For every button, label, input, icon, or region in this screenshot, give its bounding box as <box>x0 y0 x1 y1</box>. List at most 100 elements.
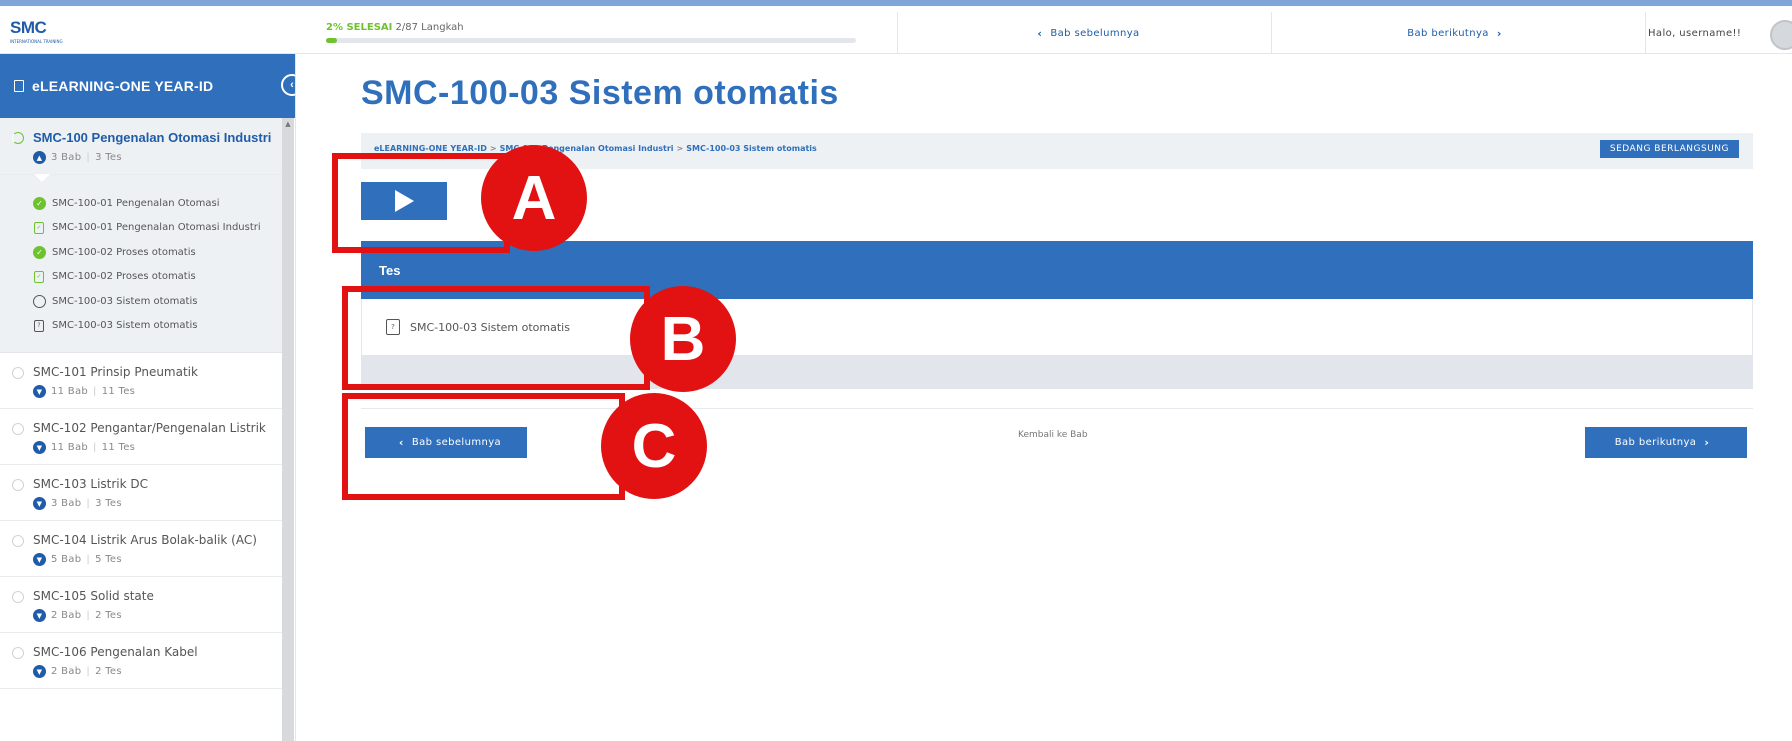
course-meta: ▼ 5 Bab | 5 Tes <box>33 553 272 566</box>
progress-track <box>326 38 856 43</box>
meta-divider: | <box>93 442 97 453</box>
lesson-item[interactable]: ✓ SMC-100-01 Pengenalan Otomasi Industri <box>0 216 282 241</box>
meta-divider: | <box>86 666 91 677</box>
lesson-list: ✓ SMC-100-01 Pengenalan Otomasi ✓ SMC-100-0… <box>0 174 282 353</box>
quiz-icon: ? <box>34 319 44 332</box>
sidebar-course-smc-100[interactable]: SMC-100 Pengenalan Otomasi Industri ▲ 3 … <box>0 118 282 175</box>
course-meta: ▲ 3 Bab | 3 Tes <box>33 151 272 164</box>
chevron-down-icon[interactable]: ▼ <box>33 609 46 622</box>
callout-c-box <box>342 393 625 500</box>
course-meta: ▼ 2 Bab | 2 Tes <box>33 609 272 622</box>
lesson-item[interactable]: ? SMC-100-03 Sistem otomatis <box>0 314 282 339</box>
sidebar-header: eLEARNING-ONE YEAR-ID ‹ <box>0 54 295 118</box>
progress-circle-icon <box>12 367 24 379</box>
course-title: SMC-103 Listrik DC <box>33 477 149 491</box>
lesson-label: SMC-100-01 Pengenalan Otomasi Industri <box>52 222 261 234</box>
course-bab-count: 3 Bab <box>51 152 82 163</box>
collapse-sidebar-button[interactable]: ‹ <box>281 74 295 96</box>
sidebar-course-item[interactable]: SMC-104 Listrik Arus Bolak-balik (AC) ▼ 5 … <box>0 521 282 577</box>
progress-percent: 2% SELESAI <box>326 22 393 33</box>
chevron-down-icon[interactable]: ▼ <box>33 441 46 454</box>
chevron-down-icon[interactable]: ▼ <box>33 665 46 678</box>
course-list: SMC-101 Prinsip Pneumatik ▼ 11 Bab | 11 Tes S… <box>0 353 295 689</box>
page-title: SMC-100-03 Sistem otomatis <box>361 74 839 112</box>
meta-divider: | <box>86 610 91 621</box>
chevron-down-icon[interactable]: ▼ <box>33 385 46 398</box>
course-progress: 2% SELESAI 2/87 Langkah <box>326 22 856 43</box>
next-chapter-button[interactable]: Bab berikutnya › <box>1585 427 1747 458</box>
progress-steps: 2/87 Langkah <box>395 22 464 33</box>
check-circle-icon: ✓ <box>33 245 46 259</box>
course-meta: ▼ 11 Bab | 11 Tes <box>33 385 272 398</box>
user-menu[interactable]: Halo, username!! <box>1645 12 1792 54</box>
chevron-up-icon[interactable]: ▲ <box>33 151 46 164</box>
chevron-left-icon: ‹ <box>1037 26 1043 40</box>
lesson-item[interactable]: ✓ SMC-100-01 Pengenalan Otomasi <box>0 191 282 216</box>
top-next-chapter-link[interactable]: Bab berikutnya › <box>1271 12 1645 54</box>
logo-mark: SMC <box>10 18 47 37</box>
progress-text: 2% SELESAI 2/87 Langkah <box>326 22 856 33</box>
sidebar-course-item[interactable]: SMC-106 Pengenalan Kabel ▼ 2 Bab | 2 Tes <box>0 633 282 689</box>
app-frame: SMC INTERNATIONAL TRAINING 2% SELESAI 2/… <box>0 0 1792 741</box>
next-chapter-label: Bab berikutnya <box>1614 437 1697 448</box>
quiz-complete-icon: ✓ <box>34 270 44 283</box>
progress-fill <box>326 38 337 43</box>
chevron-right-icon: › <box>1496 26 1502 40</box>
lesson-label: SMC-100-02 Proses otomatis <box>52 246 196 258</box>
meta-divider: | <box>86 152 91 163</box>
quiz-complete-icon: ✓ <box>34 221 44 234</box>
chevron-down-icon[interactable]: ▼ <box>33 553 46 566</box>
course-meta: ▼ 3 Bab | 3 Tes <box>33 497 272 510</box>
avatar[interactable] <box>1770 20 1792 50</box>
progress-circle-icon <box>12 647 24 659</box>
lesson-label: SMC-100-01 Pengenalan Otomasi <box>52 197 220 209</box>
sidebar-course-item[interactable]: SMC-105 Solid state ▼ 2 Bab | 2 Tes <box>0 577 282 633</box>
lesson-label: SMC-100-03 Sistem otomatis <box>52 295 198 307</box>
course-tes-count: 3 Tes <box>95 152 122 163</box>
breadcrumb-separator: > <box>489 144 497 153</box>
breadcrumb-item: SMC-100-03 Sistem otomatis <box>686 144 817 153</box>
course-meta: ▼ 11 Bab | 11 Tes <box>33 441 272 454</box>
scroll-up-icon[interactable]: ▲ <box>282 118 294 128</box>
course-title: SMC-105 Solid state <box>33 589 154 603</box>
user-greeting: Halo, username!! <box>1648 27 1742 39</box>
sidebar-title: eLEARNING-ONE YEAR-ID <box>32 78 214 94</box>
breadcrumb-item[interactable]: eLEARNING-ONE YEAR-ID <box>374 144 487 153</box>
sidebar-course-item[interactable]: SMC-102 Pengantar/Pengenalan Listrik ▼ 11 … <box>0 409 282 465</box>
lesson-item[interactable]: SMC-100-03 Sistem otomatis <box>0 289 282 314</box>
course-tes-count: 11 Tes <box>101 442 136 453</box>
lesson-label: SMC-100-03 Sistem otomatis <box>52 320 198 332</box>
progress-circle-icon <box>12 535 24 547</box>
course-title: SMC-101 Prinsip Pneumatik <box>33 365 198 379</box>
course-bab-count: 3 Bab <box>51 498 82 509</box>
top-prev-chapter-link[interactable]: ‹ Bab sebelumnya <box>897 12 1271 54</box>
lesson-item[interactable]: ✓ SMC-100-02 Proses otomatis <box>0 240 282 265</box>
circle-icon <box>33 294 46 308</box>
sidebar-course-item[interactable]: SMC-103 Listrik DC ▼ 3 Bab | 3 Tes <box>0 465 282 521</box>
course-title: SMC-102 Pengantar/Pengenalan Listrik <box>33 421 266 435</box>
sidebar-scrollbar[interactable]: ▲ <box>282 118 294 741</box>
top-bar: SMC INTERNATIONAL TRAINING 2% SELESAI 2/… <box>0 12 1792 54</box>
chevron-right-icon: › <box>1704 436 1710 449</box>
meta-divider: | <box>86 498 91 509</box>
status-badge: SEDANG BERLANGSUNG <box>1599 140 1739 158</box>
back-to-chapter-link[interactable]: Kembali ke Bab <box>1018 430 1088 440</box>
lesson-item[interactable]: ✓ SMC-100-02 Proses otomatis <box>0 265 282 290</box>
course-tes-count: 2 Tes <box>95 666 122 677</box>
lesson-list-notch <box>34 174 50 182</box>
course-title: SMC-100 Pengenalan Otomasi Industri <box>33 130 272 145</box>
meta-divider: | <box>93 386 97 397</box>
course-tes-count: 11 Tes <box>101 386 136 397</box>
course-bab-count: 2 Bab <box>51 610 82 621</box>
sidebar-course-item[interactable]: SMC-101 Prinsip Pneumatik ▼ 11 Bab | 11 Tes <box>0 353 282 409</box>
callout-a-badge: A <box>481 145 587 251</box>
chevron-down-icon[interactable]: ▼ <box>33 497 46 510</box>
course-title: SMC-104 Listrik Arus Bolak-balik (AC) <box>33 533 257 547</box>
smc-logo[interactable]: SMC INTERNATIONAL TRAINING <box>10 18 72 48</box>
breadcrumb-separator: > <box>676 144 684 153</box>
progress-circle-icon <box>12 479 24 491</box>
callout-b-badge: B <box>630 286 736 392</box>
callout-c-badge: C <box>601 393 707 499</box>
top-next-label: Bab berikutnya <box>1407 27 1489 39</box>
course-bab-count: 11 Bab <box>51 442 89 453</box>
